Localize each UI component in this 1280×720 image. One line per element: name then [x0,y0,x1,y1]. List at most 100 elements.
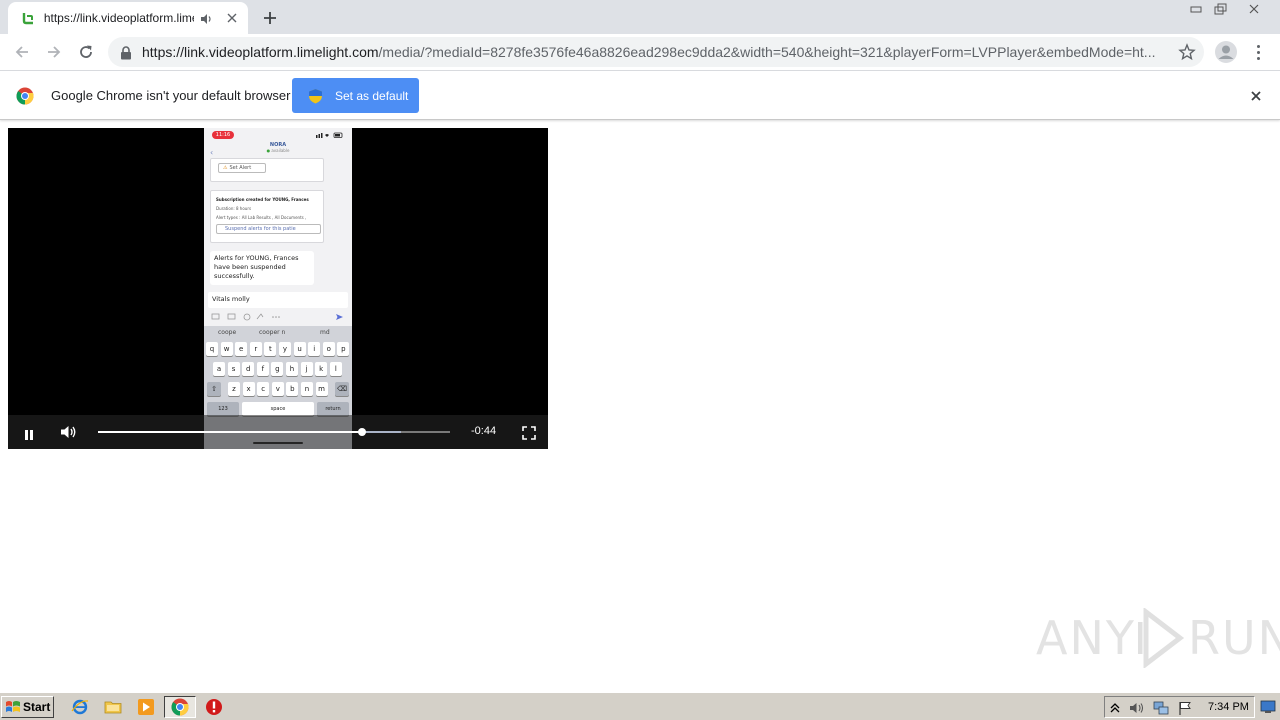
phone-key-w: w [220,342,233,356]
url-text[interactable]: https://link.videoplatform.limelight.com… [142,44,1158,60]
chrome-taskbar-icon[interactable] [171,698,189,716]
phone-key-k: k [315,362,328,376]
tab-title: https://link.videoplatform.limelight.com… [43,11,194,25]
start-button[interactable]: Start [1,696,54,718]
set-as-default-button[interactable]: Set as default [292,78,419,113]
seek-bar-handle[interactable] [358,428,366,436]
windows-flag-icon [6,701,20,712]
phone-subscription-types: Alert types : All Lab Results , All Docu… [216,215,307,220]
address-bar[interactable]: https://link.videoplatform.limelight.com… [108,37,1204,67]
pause-icon[interactable] [22,426,36,440]
chrome-menu-icon[interactable] [1250,40,1266,64]
volume-icon[interactable] [60,424,78,440]
phone-key-l: l [329,362,342,376]
phone-key-i: i [308,342,321,356]
phone-confirmation-message: Alerts for YOUNG, Frances have been susp… [210,251,314,285]
phone-key-q: q [206,342,218,356]
minimize-window-icon[interactable] [1184,0,1208,18]
phone-subscription-title: Subscription created for YOUNG, Frances [216,197,309,202]
chrome-logo-icon [16,87,34,105]
phone-backspace-key-icon: ⌫ [335,382,349,396]
profile-avatar-icon[interactable] [1214,40,1238,64]
phone-key-p: p [337,342,350,356]
phone-contact-status-text: available [271,148,290,153]
phone-key-j: j [300,362,313,376]
phone-suggestion-3: md [320,329,330,336]
stop-sign-app-icon[interactable] [205,698,223,716]
phone-key-space: space [242,402,314,416]
show-desktop-icon[interactable] [1260,699,1276,713]
phone-key-o: o [322,342,335,356]
media-player-icon[interactable] [137,698,155,716]
phone-suggestion-2: cooper n [259,329,286,336]
action-center-flag-icon[interactable] [1177,700,1193,716]
phone-key-123: 123 [207,402,239,416]
watermark-right-text: RUN [1187,611,1280,665]
tab-close-icon[interactable] [224,10,240,26]
phone-compose-toolbar [210,312,346,322]
phone-key-m: m [315,382,328,396]
phone-suspend-alerts-button: Suspend alerts for this patie [216,224,321,234]
phone-set-alert-bubble: ⚠ Set Alert [210,158,324,182]
fullscreen-icon[interactable] [522,425,536,440]
back-arrow-icon[interactable] [9,39,35,65]
phone-contact-status: ● available [266,148,290,153]
bookmark-star-icon[interactable] [1178,43,1196,61]
url-host: https://link.videoplatform.limelight.com [142,44,379,60]
windows-taskbar: Start 7:34 PM [0,692,1280,720]
browser-tab[interactable]: https://link.videoplatform.limelight.com… [8,2,248,34]
phone-shift-key-icon: ⇧ [207,382,221,396]
tray-expand-icon[interactable] [1109,700,1125,716]
phone-status-bar: 11:16 [204,128,352,140]
phone-subscription-duration: Duration: 8 hours [216,206,252,211]
limelight-favicon-icon [20,10,36,26]
phone-status-time: 11:16 [212,131,234,139]
close-window-icon[interactable] [1242,0,1266,18]
speaker-icon[interactable] [1129,700,1145,716]
phone-suggestion-1: coope [218,329,237,336]
tab-strip: https://link.videoplatform.limelight.com… [0,0,1280,34]
anyrun-watermark: ANY RUN [1036,608,1280,668]
video-player[interactable]: 11:16 ‹ NORA ● available ⚠ Set Alert Subs… [8,128,548,449]
new-tab-button[interactable] [258,6,282,30]
phone-key-n: n [301,382,313,396]
time-remaining: -0:44 [471,425,497,437]
phone-set-alert-button: ⚠ Set Alert [218,163,266,173]
file-explorer-icon[interactable] [104,698,122,716]
screen: https://link.videoplatform.limelight.com… [0,0,1280,720]
set-as-default-label: Set as default [335,88,409,103]
forward-arrow-icon[interactable] [41,39,67,65]
infobar-close-icon[interactable] [1248,88,1264,104]
browser-toolbar: https://link.videoplatform.limelight.com… [0,34,1280,71]
restore-window-icon[interactable] [1208,0,1232,18]
video-controls-bar: -0:44 [8,415,548,449]
video-frame-phone-screen: 11:16 ‹ NORA ● available ⚠ Set Alert Subs… [204,128,352,449]
phone-subscription-bubble: Subscription created for YOUNG, Frances … [210,190,324,243]
url-path: /media/?mediaId=8278fe3576fe46a8826ead29… [378,44,1156,60]
internet-explorer-icon[interactable] [71,698,89,716]
uac-shield-icon [308,88,323,104]
watermark-play-logo-icon [1137,608,1185,668]
phone-key-u: u [293,342,306,356]
phone-key-r: r [249,342,262,356]
phone-key-c: c [257,382,270,396]
lock-icon[interactable] [120,45,132,60]
phone-key-a: a [213,362,225,376]
phone-key-b: b [286,382,299,396]
phone-alert-icon: ⚠ [223,165,228,171]
taskbar-clock[interactable]: 7:34 PM [1208,701,1249,713]
seek-bar-played [98,431,362,433]
reload-icon[interactable] [73,39,99,65]
infobar-message: Google Chrome isn't your default browser [51,88,291,103]
network-icon[interactable] [1153,700,1169,716]
phone-key-h: h [286,362,298,376]
phone-key-z: z [228,382,240,396]
phone-compose-field: Vitals molly [208,292,348,308]
phone-key-x: x [242,382,255,396]
tab-audio-icon[interactable] [200,11,214,25]
seek-bar[interactable] [98,428,450,436]
default-browser-infobar: Google Chrome isn't your default browser… [0,71,1280,120]
phone-key-g: g [271,362,284,376]
phone-signal-battery-icon [316,132,343,138]
watermark-left-text: ANY [1036,611,1136,665]
